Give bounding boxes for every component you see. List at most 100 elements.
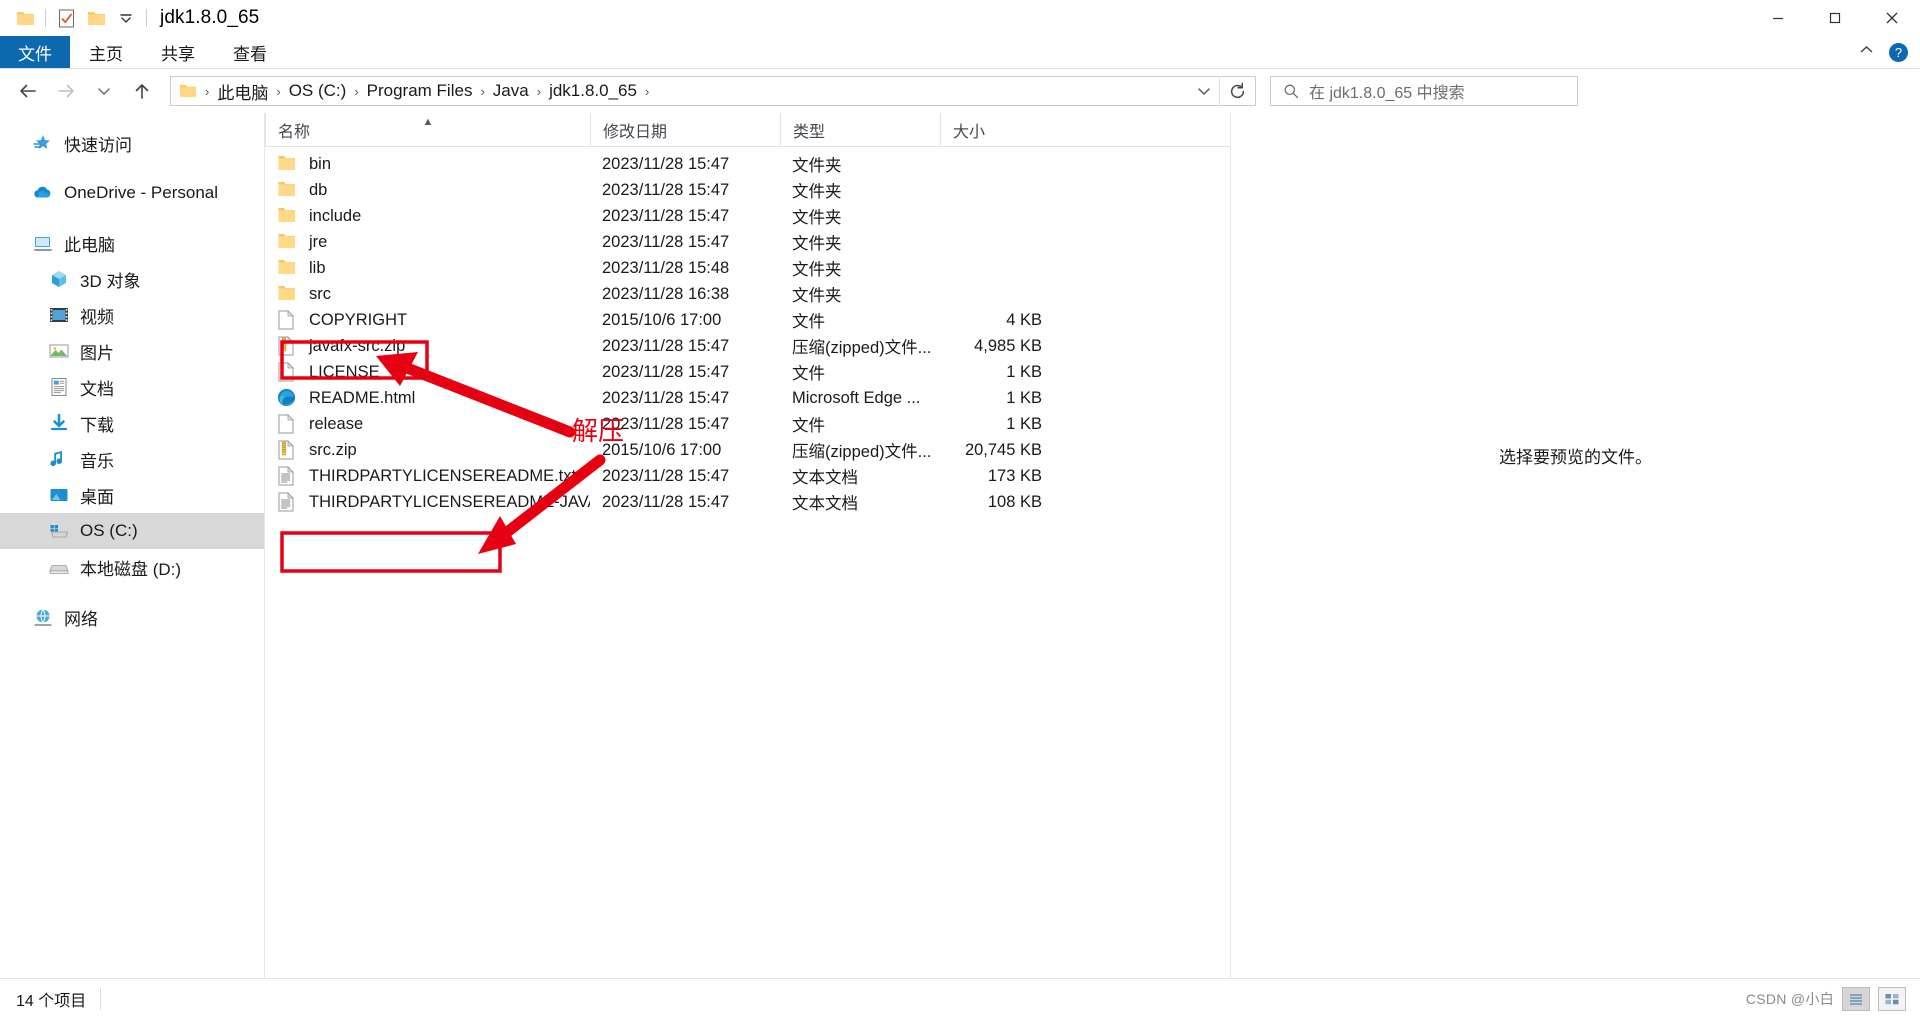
sidebar-item-pictures[interactable]: 图片: [0, 333, 264, 369]
file-name-cell[interactable]: include: [265, 206, 590, 226]
column-header-date[interactable]: 修改日期: [590, 112, 780, 147]
table-row[interactable]: src 2023/11/28 16:38 文件夹: [265, 281, 1230, 307]
file-name-cell[interactable]: THIRDPARTYLICENSEREADME-JAVAF...: [265, 492, 590, 512]
file-name-cell[interactable]: release: [265, 414, 590, 434]
sidebar-item-music[interactable]: 音乐: [0, 441, 264, 477]
file-date-cell: 2023/11/28 15:47: [602, 232, 730, 251]
file-date-cell: 2023/11/28 15:48: [602, 258, 730, 277]
search-input[interactable]: 在 jdk1.8.0_65 中搜索: [1309, 79, 1465, 103]
details-view-icon[interactable]: [1842, 987, 1870, 1011]
folder-icon[interactable]: [10, 3, 40, 33]
breadcrumb-separator: ›: [276, 83, 281, 99]
tab-file[interactable]: 文件: [0, 36, 70, 68]
table-row[interactable]: javafx-src.zip 2023/11/28 15:47 压缩(zipped)…: [265, 333, 1230, 359]
column-header-label: 名称: [278, 123, 311, 141]
file-name-cell[interactable]: LICENSE: [265, 362, 590, 382]
close-icon[interactable]: [1863, 0, 1920, 36]
column-header-label: 类型: [793, 123, 826, 141]
column-header-type[interactable]: 类型: [780, 112, 940, 147]
status-divider: [100, 988, 102, 1010]
sidebar-item-downloads[interactable]: 下载: [0, 405, 264, 441]
address-bar[interactable]: › 此电脑 › OS (C:) › Program Files › Java ›…: [170, 76, 1256, 106]
zip-file-icon: [277, 336, 297, 356]
file-date-cell: 2023/11/28 15:47: [602, 362, 730, 381]
file-type-cell: 文件夹: [792, 209, 842, 227]
column-header-name[interactable]: ▲ 名称: [265, 112, 590, 147]
sidebar-item-local-disk-d[interactable]: 本地磁盘 (D:): [0, 549, 264, 585]
table-row[interactable]: LICENSE 2023/11/28 15:47 文件 1 KB: [265, 359, 1230, 385]
table-row[interactable]: README.html 2023/11/28 15:47 Microsoft Edg…: [265, 385, 1230, 411]
customize-dropdown-icon[interactable]: [111, 3, 141, 33]
help-icon[interactable]: ?: [1889, 42, 1908, 62]
file-type-cell: 文件夹: [792, 287, 842, 305]
breadcrumb-separator: ›: [644, 83, 650, 99]
file-name-cell[interactable]: src.zip: [265, 440, 590, 460]
sidebar-item-onedrive[interactable]: OneDrive - Personal: [0, 175, 264, 211]
sidebar-item-label: 桌面: [80, 487, 114, 507]
file-date-cell: 2023/11/28 15:47: [602, 466, 730, 485]
sidebar-item-this-pc[interactable]: 此电脑: [0, 225, 264, 261]
sidebar-item-documents[interactable]: 文档: [0, 369, 264, 405]
table-row[interactable]: THIRDPARTYLICENSEREADME.txt 2023/11/28 15…: [265, 463, 1230, 489]
sidebar-item-3d-objects[interactable]: 3D 对象: [0, 261, 264, 297]
file-name-cell[interactable]: COPYRIGHT: [265, 310, 590, 330]
tab-share[interactable]: 共享: [142, 36, 214, 68]
file-name-cell[interactable]: THIRDPARTYLICENSEREADME.txt: [265, 466, 590, 486]
forward-arrow-icon[interactable]: [48, 73, 84, 109]
refresh-icon[interactable]: [1219, 76, 1255, 106]
file-name-label: include: [309, 206, 362, 225]
file-type-cell: 压缩(zipped)文件...: [792, 339, 932, 357]
table-row[interactable]: src.zip 2015/10/6 17:00 压缩(zipped)文件... 20,…: [265, 437, 1230, 463]
sidebar-item-quick-access[interactable]: 快速访问: [0, 125, 264, 161]
sidebar-item-network[interactable]: 网络: [0, 599, 264, 635]
column-header-size[interactable]: 大小: [940, 112, 1056, 147]
file-date-cell: 2023/11/28 15:47: [602, 492, 730, 511]
sidebar-item-os-c[interactable]: OS (C:): [0, 513, 264, 549]
sidebar-item-desktop[interactable]: 桌面: [0, 477, 264, 513]
breadcrumb-item-program-files[interactable]: Program Files: [363, 81, 477, 101]
back-arrow-icon[interactable]: [10, 73, 46, 109]
file-name-label: LICENSE: [309, 362, 380, 381]
up-arrow-icon[interactable]: [124, 73, 160, 109]
chevron-up-icon[interactable]: [1858, 43, 1875, 61]
file-date-cell: 2023/11/28 15:47: [602, 414, 730, 433]
table-row[interactable]: include 2023/11/28 15:47 文件夹: [265, 203, 1230, 229]
breadcrumb: › 此电脑 › OS (C:) › Program Files › Java ›…: [171, 79, 1189, 104]
sidebar-item-videos[interactable]: 视频: [0, 297, 264, 333]
table-row[interactable]: COPYRIGHT 2015/10/6 17:00 文件 4 KB: [265, 307, 1230, 333]
tab-home[interactable]: 主页: [70, 36, 142, 68]
breadcrumb-item-java[interactable]: Java: [489, 81, 533, 101]
file-name-cell[interactable]: jre: [265, 232, 590, 252]
large-icons-view-icon[interactable]: [1878, 987, 1906, 1011]
maximize-icon[interactable]: [1806, 0, 1863, 36]
table-row[interactable]: bin 2023/11/28 15:47 文件夹: [265, 151, 1230, 177]
search-box[interactable]: 在 jdk1.8.0_65 中搜索: [1270, 76, 1578, 106]
properties-checkmark-icon[interactable]: [51, 3, 81, 33]
folder-icon: [277, 258, 297, 278]
generic-file-icon: [277, 414, 297, 434]
window-title: jdk1.8.0_65: [160, 7, 260, 28]
chevron-down-icon[interactable]: [1189, 77, 1219, 105]
minimize-icon[interactable]: [1749, 0, 1806, 36]
file-name-cell[interactable]: src: [265, 284, 590, 304]
new-folder-icon[interactable]: [81, 3, 111, 33]
tab-view[interactable]: 查看: [214, 36, 286, 68]
breadcrumb-item-os-c[interactable]: OS (C:): [285, 81, 351, 101]
file-name-cell[interactable]: bin: [265, 154, 590, 174]
table-row[interactable]: release 2023/11/28 15:47 文件 1 KB: [265, 411, 1230, 437]
file-name-cell[interactable]: javafx-src.zip: [265, 336, 590, 356]
recent-locations-icon[interactable]: [86, 73, 122, 109]
breadcrumb-item-jdk[interactable]: jdk1.8.0_65: [545, 81, 641, 101]
file-name-cell[interactable]: lib: [265, 258, 590, 278]
preview-pane: 选择要预览的文件。: [1230, 113, 1920, 978]
window-controls: [1749, 0, 1920, 36]
table-row[interactable]: THIRDPARTYLICENSEREADME-JAVAF... 2023/11/…: [265, 489, 1230, 515]
file-name-cell[interactable]: README.html: [265, 388, 590, 408]
file-type-cell: 文本文档: [792, 469, 858, 487]
breadcrumb-item-this-pc[interactable]: 此电脑: [213, 79, 272, 104]
table-row[interactable]: db 2023/11/28 15:47 文件夹: [265, 177, 1230, 203]
table-row[interactable]: lib 2023/11/28 15:48 文件夹: [265, 255, 1230, 281]
file-name-cell[interactable]: db: [265, 180, 590, 200]
sidebar-item-label: 此电脑: [64, 235, 115, 255]
table-row[interactable]: jre 2023/11/28 15:47 文件夹: [265, 229, 1230, 255]
